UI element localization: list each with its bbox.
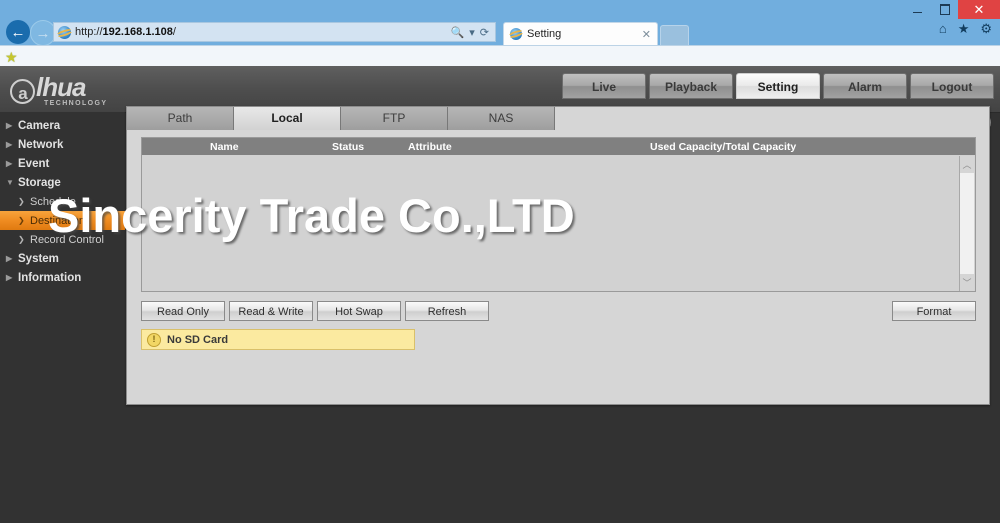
- sidebar-item-camera[interactable]: ▶ Camera: [0, 116, 125, 135]
- new-tab-button[interactable]: [660, 25, 689, 46]
- chevron-right-icon: ▶: [6, 273, 13, 282]
- topnav-live[interactable]: Live: [562, 73, 646, 99]
- storage-table-header: Name Status Attribute Used Capacity/Tota…: [142, 138, 975, 155]
- settings-tabs: Path Local FTP NAS: [127, 107, 555, 130]
- settings-panel: Path Local FTP NAS Name Status Attribute…: [126, 106, 990, 405]
- sidebar-item-label: Schedule: [30, 195, 76, 208]
- sidebar-item-label: Event: [18, 157, 50, 170]
- sidebar-item-record-control[interactable]: ❯ Record Control: [0, 230, 125, 249]
- back-button[interactable]: ←: [6, 20, 30, 44]
- sidebar: ▶ Camera ▶ Network ▶ Event ▼ Storage ❯ S…: [0, 112, 125, 523]
- sidebar-item-label: Network: [18, 138, 64, 151]
- sidebar-item-label: Information: [18, 271, 82, 284]
- browser-chrome: ✕ ← → http://192.168.1.108/ 🔍 ▾ ⟳ Settin…: [0, 0, 1000, 67]
- column-header-capacity: Used Capacity/Total Capacity: [650, 140, 797, 153]
- address-bar-actions: 🔍 ▾ ⟳: [451, 26, 495, 39]
- sidebar-item-storage[interactable]: ▼ Storage: [0, 173, 125, 192]
- column-header-status: Status: [332, 140, 365, 153]
- sidebar-item-information[interactable]: ▶ Information: [0, 268, 125, 287]
- scroll-up-icon[interactable]: ︿: [962, 156, 971, 173]
- logo-text: lhua: [36, 72, 86, 102]
- chevron-right-icon: ▶: [6, 159, 13, 168]
- logo-subtitle: TECHNOLOGY: [44, 100, 108, 107]
- topnav-setting[interactable]: Setting: [736, 73, 820, 99]
- maximize-icon: [939, 4, 950, 15]
- tab-path[interactable]: Path: [127, 107, 234, 130]
- tab-nas[interactable]: NAS: [448, 107, 555, 130]
- maximize-button[interactable]: [931, 0, 958, 19]
- read-write-button[interactable]: Read & Write: [229, 301, 313, 321]
- close-icon: ✕: [973, 2, 985, 17]
- format-button[interactable]: Format: [892, 301, 976, 321]
- close-button[interactable]: ✕: [958, 0, 1000, 19]
- read-only-button[interactable]: Read Only: [141, 301, 225, 321]
- tab-ftp[interactable]: FTP: [341, 107, 448, 130]
- logo-a-icon: a: [10, 79, 35, 104]
- topnav-alarm[interactable]: Alarm: [823, 73, 907, 99]
- window-titlebar: ✕: [0, 0, 1000, 19]
- favorites-bar: ★: [0, 45, 1000, 67]
- minimize-button[interactable]: [904, 0, 931, 19]
- favorites-star-icon[interactable]: ★: [958, 22, 970, 35]
- storage-action-buttons: Read Only Read & Write Hot Swap Refresh …: [141, 301, 976, 322]
- topnav-playback[interactable]: Playback: [649, 73, 733, 99]
- refresh-button[interactable]: Refresh: [405, 301, 489, 321]
- ie-favicon-icon: [58, 25, 71, 39]
- column-header-attribute: Attribute: [408, 140, 452, 153]
- search-icon[interactable]: 🔍: [451, 26, 465, 39]
- warning-exclamation-icon: !: [147, 332, 161, 347]
- tab-setting[interactable]: Setting ✕: [503, 22, 658, 45]
- no-sd-card-warning: ! No SD Card: [141, 329, 415, 350]
- sidebar-item-destination[interactable]: ❯ Destination: [0, 211, 125, 230]
- chevron-right-icon: ▶: [6, 254, 13, 263]
- sidebar-item-label: Storage: [18, 176, 61, 189]
- tab-close-icon[interactable]: ✕: [642, 28, 651, 41]
- storage-table-scrollbar[interactable]: ︿ ﹀: [959, 156, 974, 291]
- device-web-ui: a lhua TECHNOLOGY Live Playback Setting A…: [0, 66, 1000, 523]
- dahua-logo: a lhua TECHNOLOGY: [10, 72, 108, 107]
- tab-local[interactable]: Local: [234, 107, 341, 130]
- home-icon[interactable]: ⌂: [939, 22, 947, 35]
- scrollbar-track[interactable]: [960, 173, 974, 274]
- warning-text: No SD Card: [167, 333, 229, 346]
- sidebar-item-label: Camera: [18, 119, 61, 132]
- browser-command-bar: ⌂ ★ ⚙: [939, 22, 992, 35]
- hot-swap-button[interactable]: Hot Swap: [317, 301, 401, 321]
- sidebar-item-label: Record Control: [30, 233, 104, 246]
- top-navigation: Live Playback Setting Alarm Logout: [562, 73, 994, 99]
- chevron-right-icon: ▶: [6, 140, 13, 149]
- storage-table: Name Status Attribute Used Capacity/Tota…: [141, 137, 976, 292]
- chevron-right-icon: ❯: [18, 197, 25, 206]
- chevron-right-icon: ❯: [18, 216, 25, 225]
- topnav-logout[interactable]: Logout: [910, 73, 994, 99]
- sidebar-item-schedule[interactable]: ❯ Schedule: [0, 192, 125, 211]
- tab-strip: Setting ✕: [500, 19, 1000, 46]
- storage-table-body: [142, 155, 975, 291]
- sidebar-item-system[interactable]: ▶ System: [0, 249, 125, 268]
- sidebar-item-event[interactable]: ▶ Event: [0, 154, 125, 173]
- address-bar[interactable]: http://192.168.1.108/ 🔍 ▾ ⟳: [53, 22, 496, 42]
- window-controls: ✕: [904, 0, 1000, 19]
- sidebar-item-label: System: [18, 252, 59, 265]
- chevron-right-icon: ▶: [6, 121, 13, 130]
- chevron-right-icon: ❯: [18, 235, 25, 244]
- scroll-down-icon[interactable]: ﹀: [962, 274, 971, 291]
- favorites-bar-star-icon[interactable]: ★: [5, 49, 18, 66]
- tab-favicon-icon: [510, 28, 522, 40]
- address-bar-text: http://192.168.1.108/: [75, 26, 176, 38]
- tab-label: Setting: [527, 28, 562, 40]
- local-storage-panel: Name Status Attribute Used Capacity/Tota…: [135, 137, 981, 395]
- chevron-down-icon: ▼: [6, 178, 14, 187]
- minimize-icon: [913, 11, 922, 13]
- sidebar-item-network[interactable]: ▶ Network: [0, 135, 125, 154]
- column-header-name: Name: [210, 140, 239, 153]
- tools-gear-icon[interactable]: ⚙: [980, 22, 992, 35]
- chevron-down-icon[interactable]: ▾: [469, 26, 475, 39]
- refresh-icon[interactable]: ⟳: [480, 26, 489, 39]
- sidebar-item-label: Destination: [30, 214, 86, 227]
